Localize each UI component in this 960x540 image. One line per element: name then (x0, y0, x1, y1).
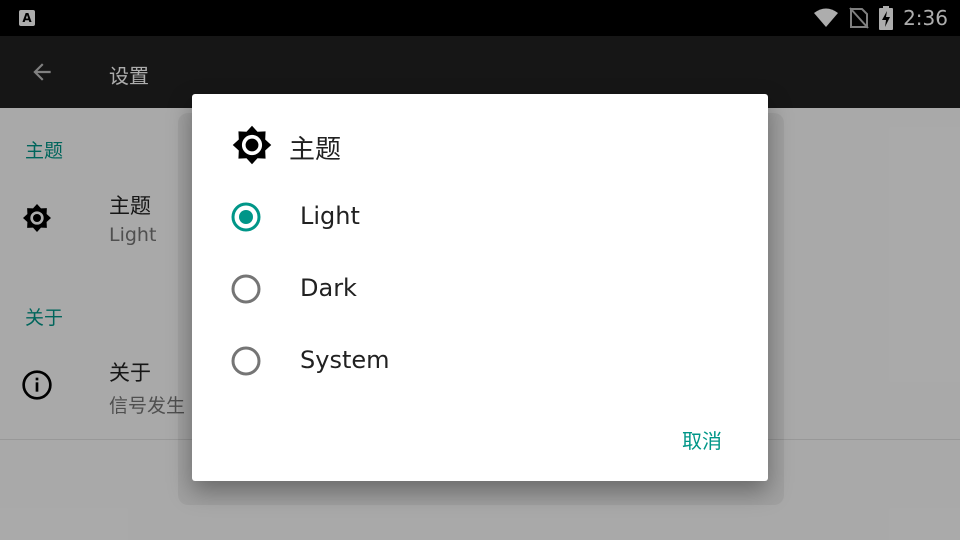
option-dark[interactable]: Dark (192, 256, 768, 322)
option-light[interactable]: Light (192, 184, 768, 250)
option-label-light: Light (300, 202, 360, 230)
radio-checked-icon[interactable] (230, 201, 262, 233)
theme-dialog: 主题 Light Dark System 取消 (192, 94, 768, 481)
option-label-system: System (300, 346, 390, 374)
option-label-dark: Dark (300, 274, 357, 302)
brightness-icon (232, 125, 272, 165)
option-system[interactable]: System (192, 328, 768, 394)
dialog-title: 主题 (289, 135, 342, 165)
radio-unchecked-icon[interactable] (230, 345, 262, 377)
cancel-button[interactable]: 取消 (664, 418, 740, 460)
radio-unchecked-icon[interactable] (230, 273, 262, 305)
